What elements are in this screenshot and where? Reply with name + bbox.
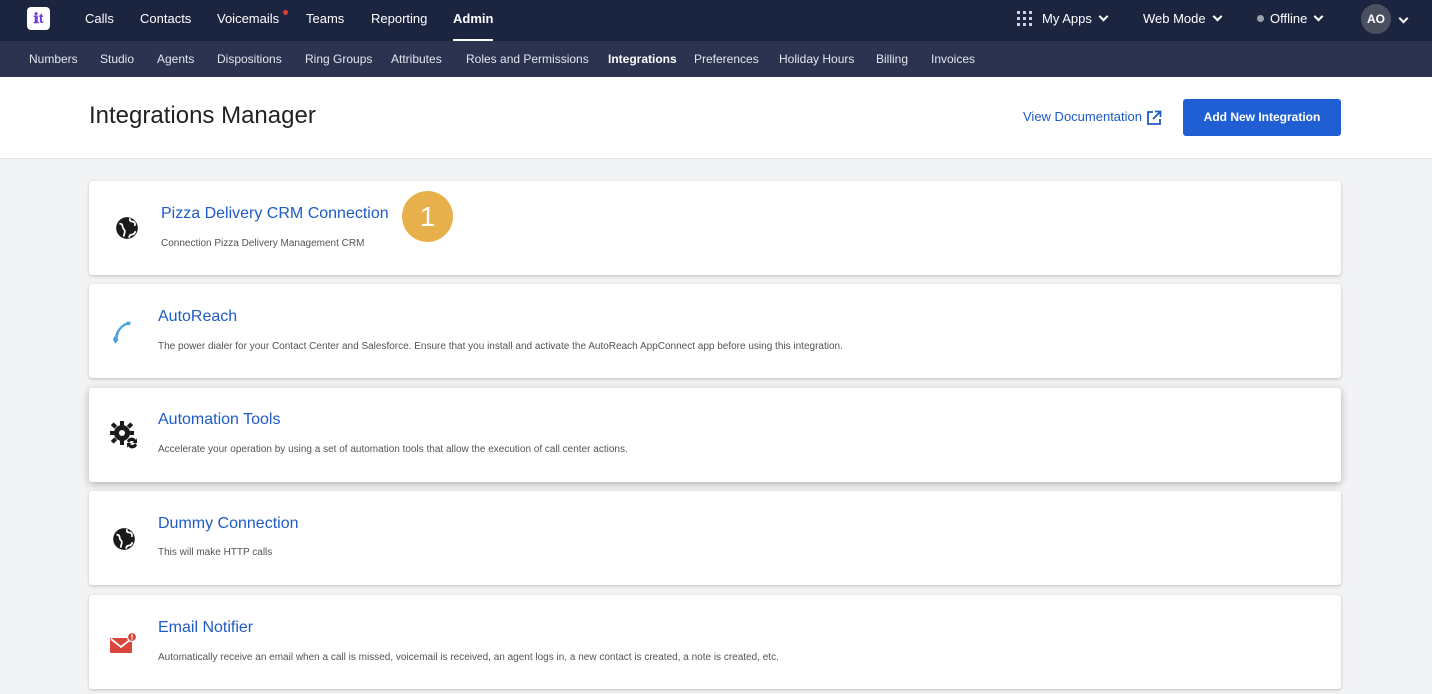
integration-description: Accelerate your operation by using a set…: [158, 444, 628, 455]
subnav-billing[interactable]: Billing: [876, 41, 908, 77]
status-dot-icon: [1257, 15, 1264, 22]
integration-title[interactable]: AutoReach: [158, 308, 237, 326]
nav-voicemails[interactable]: Voicemails: [217, 0, 279, 41]
app-logo[interactable]: ℹt: [27, 7, 50, 30]
status-label: Offline: [1270, 11, 1308, 26]
globe-icon: [116, 217, 138, 239]
web-mode-dropdown[interactable]: Web Mode: [1143, 0, 1223, 37]
integration-description: This will make HTTP calls: [158, 547, 273, 558]
email-alert-icon: [110, 631, 137, 653]
top-nav: ℹt Calls Contacts Voicemails Teams Repor…: [0, 0, 1432, 41]
apps-grid-icon[interactable]: [1017, 11, 1032, 26]
integration-description: Automatically receive an email when a ca…: [158, 652, 779, 663]
subnav-agents[interactable]: Agents: [157, 41, 194, 77]
nav-admin[interactable]: Admin: [453, 0, 494, 41]
nav-contacts[interactable]: Contacts: [140, 0, 191, 41]
integration-title[interactable]: Dummy Connection: [158, 515, 299, 533]
subnav-dispositions[interactable]: Dispositions: [217, 41, 282, 77]
voicemail-notification-dot: [283, 10, 288, 15]
subnav-ring-groups[interactable]: Ring Groups: [305, 41, 372, 77]
integration-description: Connection Pizza Delivery Management CRM: [161, 238, 365, 249]
subnav-invoices[interactable]: Invoices: [931, 41, 975, 77]
chevron-down-icon[interactable]: [1398, 13, 1409, 24]
chevron-down-icon: [1098, 11, 1109, 22]
admin-sub-nav: Numbers Studio Agents Dispositions Ring …: [0, 41, 1432, 77]
page-header: Integrations Manager View Documentation …: [0, 77, 1432, 159]
nav-reporting[interactable]: Reporting: [371, 0, 427, 41]
integration-card-email-notifier[interactable]: Email Notifier Automatically receive an …: [89, 595, 1341, 689]
integration-title[interactable]: Pizza Delivery CRM Connection: [161, 205, 389, 223]
integration-description: The power dialer for your Contact Center…: [158, 341, 843, 352]
nav-teams[interactable]: Teams: [306, 0, 344, 41]
subnav-integrations[interactable]: Integrations: [608, 41, 677, 77]
phone-icon: [113, 321, 131, 344]
avatar[interactable]: AO: [1361, 4, 1391, 34]
integration-card-automation-tools[interactable]: Automation Tools Accelerate your operati…: [89, 388, 1341, 482]
web-mode-label: Web Mode: [1143, 11, 1206, 26]
integration-card-pizza-delivery[interactable]: Pizza Delivery CRM Connection Connection…: [89, 181, 1341, 275]
subnav-numbers[interactable]: Numbers: [29, 41, 78, 77]
add-new-integration-button[interactable]: Add New Integration: [1183, 99, 1341, 136]
integration-title[interactable]: Automation Tools: [158, 411, 280, 429]
nav-calls[interactable]: Calls: [85, 0, 114, 41]
status-dropdown[interactable]: Offline: [1257, 0, 1324, 37]
subnav-studio[interactable]: Studio: [100, 41, 134, 77]
subnav-preferences[interactable]: Preferences: [694, 41, 759, 77]
subnav-attributes[interactable]: Attributes: [391, 41, 442, 77]
integration-card-autoreach[interactable]: AutoReach The power dialer for your Cont…: [89, 284, 1341, 378]
step-number-badge: 1: [402, 191, 453, 242]
integration-card-dummy-connection[interactable]: Dummy Connection This will make HTTP cal…: [89, 491, 1341, 585]
subnav-roles-permissions[interactable]: Roles and Permissions: [466, 41, 589, 77]
external-link-icon[interactable]: [1146, 110, 1162, 126]
page-title: Integrations Manager: [89, 102, 316, 129]
my-apps-label: My Apps: [1042, 11, 1092, 26]
gear-sync-icon: [110, 421, 137, 449]
chevron-down-icon: [1313, 11, 1324, 22]
view-documentation-link[interactable]: View Documentation: [1023, 109, 1142, 124]
globe-icon: [113, 528, 135, 550]
integration-title[interactable]: Email Notifier: [158, 619, 253, 637]
chevron-down-icon: [1212, 11, 1223, 22]
my-apps-dropdown[interactable]: My Apps: [1042, 0, 1109, 37]
subnav-holiday-hours[interactable]: Holiday Hours: [779, 41, 854, 77]
